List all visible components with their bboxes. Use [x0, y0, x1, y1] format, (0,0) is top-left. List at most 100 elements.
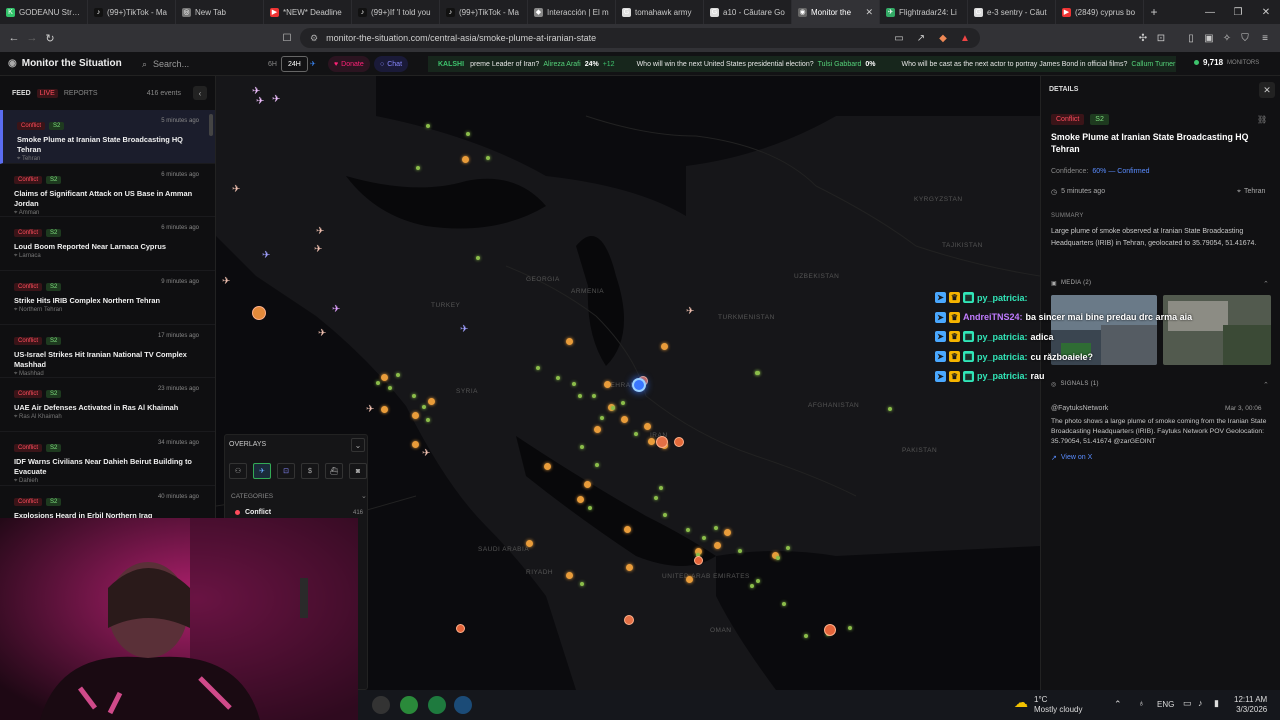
- map-event-marker[interactable]: [412, 394, 416, 398]
- map-event-marker[interactable]: [804, 634, 808, 638]
- chat-button[interactable]: ○ Chat: [374, 56, 409, 72]
- browser-tab[interactable]: Gtomahawk army: [616, 0, 704, 24]
- people-overlay-icon[interactable]: ⚇: [229, 463, 247, 479]
- ticker-item[interactable]: Who will win the next United States pres…: [637, 61, 880, 68]
- browser-tab[interactable]: ♪ (99+)TikTok - Ma: [88, 0, 176, 24]
- map-event-marker[interactable]: [750, 584, 754, 588]
- map-event-marker[interactable]: [466, 132, 470, 136]
- map-event-marker[interactable]: [462, 156, 469, 163]
- selected-event-marker[interactable]: [632, 378, 646, 392]
- clock-widget[interactable]: 12:11 AM 3/3/2026: [1234, 695, 1267, 715]
- sidebar-icon[interactable]: ▯: [1182, 28, 1200, 48]
- aircraft-icon[interactable]: ✈: [232, 184, 240, 195]
- map-event-marker[interactable]: [580, 445, 584, 449]
- cast-icon[interactable]: ▭: [890, 28, 908, 48]
- map-event-marker[interactable]: [888, 407, 892, 411]
- map-event-marker[interactable]: [626, 564, 633, 571]
- map-event-marker[interactable]: [714, 526, 718, 530]
- map-event-marker[interactable]: [600, 416, 604, 420]
- aircraft-icon[interactable]: ✈: [262, 250, 270, 261]
- feed-item[interactable]: Conflict S2 40 minutes ago Explosions Hea…: [0, 486, 215, 520]
- map-event-marker[interactable]: [659, 486, 663, 490]
- map-event-marker[interactable]: [381, 374, 388, 381]
- url-field[interactable]: ⚙ monitor-the-situation.com/central-asia…: [300, 28, 980, 48]
- app-icon[interactable]: [428, 696, 446, 714]
- weather-widget[interactable]: 1°C Mostly cloudy: [1034, 695, 1082, 715]
- map-event-marker[interactable]: [663, 513, 667, 517]
- range-6h-button[interactable]: 6H: [262, 56, 283, 72]
- map-event-marker[interactable]: [388, 386, 392, 390]
- map-event-marker[interactable]: [756, 579, 760, 583]
- ticker-item[interactable]: preme Leader of Iran? Alireza Arafi 24% +12: [470, 61, 615, 68]
- map-event-marker[interactable]: [786, 546, 790, 550]
- ships-overlay-icon[interactable]: ⛴: [325, 463, 343, 479]
- aircraft-icon[interactable]: ✈: [422, 448, 430, 459]
- map-event-marker[interactable]: [724, 529, 731, 536]
- map-event-marker[interactable]: [776, 556, 780, 560]
- feed-scrollbar[interactable]: [209, 114, 213, 136]
- aircraft-icon[interactable]: ✈: [314, 244, 322, 255]
- close-details-icon[interactable]: ✕: [1259, 82, 1275, 98]
- restore-icon[interactable]: ❐: [1224, 0, 1252, 24]
- map-event-marker[interactable]: [412, 441, 419, 448]
- language-indicator[interactable]: ENG: [1157, 700, 1174, 709]
- map-event-marker[interactable]: [577, 496, 584, 503]
- ai-icon[interactable]: ✧: [1218, 28, 1236, 48]
- map-cluster-marker[interactable]: [456, 624, 465, 633]
- collapse-feed-icon[interactable]: ‹: [193, 86, 207, 100]
- map-event-marker[interactable]: [580, 582, 584, 586]
- map-event-marker[interactable]: [422, 405, 426, 409]
- wallet-icon[interactable]: ▣: [1200, 28, 1218, 48]
- aircraft-icon[interactable]: ✈: [256, 96, 264, 107]
- browser-tab[interactable]: ▶ *NEW* Deadline: [264, 0, 352, 24]
- menu-icon[interactable]: ≡: [1256, 28, 1274, 48]
- tray-overflow-icon[interactable]: ⌃: [1114, 699, 1122, 710]
- map-event-marker[interactable]: [526, 540, 533, 547]
- map-event-marker[interactable]: [644, 423, 651, 430]
- browser-tab[interactable]: ▶ (2849) cyprus bo: [1056, 0, 1144, 24]
- signal-author[interactable]: @FaytuksNetwork: [1051, 405, 1108, 412]
- aircraft-icon[interactable]: ✈: [272, 94, 280, 105]
- steam-icon[interactable]: [454, 696, 472, 714]
- map-event-marker[interactable]: [476, 256, 480, 260]
- extensions-puzzle-icon[interactable]: ✣: [1134, 28, 1152, 48]
- map-event-marker[interactable]: [592, 394, 596, 398]
- reload-icon[interactable]: ↻: [40, 28, 60, 48]
- aircraft-icon[interactable]: ✈: [332, 304, 340, 315]
- feed-item[interactable]: Conflict S2 34 minutes ago IDF Warns Civi…: [0, 432, 215, 486]
- map-event-marker[interactable]: [782, 602, 786, 606]
- map-event-marker[interactable]: [755, 371, 759, 375]
- browser-tab[interactable]: ✈ Flightradar24: Li: [880, 0, 968, 24]
- extension-icon[interactable]: ◆: [934, 28, 952, 48]
- xbox-icon[interactable]: [400, 696, 418, 714]
- feed-item[interactable]: Conflict S2 23 minutes ago UAE Air Defens…: [0, 378, 215, 433]
- search-input[interactable]: ⌕ Search...: [136, 55, 254, 73]
- map-event-marker[interactable]: [654, 496, 658, 500]
- map-event-marker[interactable]: [588, 506, 592, 510]
- map-event-marker[interactable]: [572, 382, 576, 386]
- map-event-marker[interactable]: [416, 166, 420, 170]
- map-event-marker[interactable]: [702, 536, 706, 540]
- site-info-icon[interactable]: ⚙: [310, 33, 318, 44]
- browser-tab[interactable]: ♪ (99+)TikTok - Ma: [440, 0, 528, 24]
- media-section-header[interactable]: ▣ MEDIA (2): [1051, 280, 1091, 287]
- map-event-marker[interactable]: [634, 432, 638, 436]
- browser-tab[interactable]: Ge-3 sentry - Căut: [968, 0, 1056, 24]
- map-event-marker[interactable]: [611, 406, 615, 410]
- obs-icon[interactable]: [372, 696, 390, 714]
- flights-overlay-icon[interactable]: ✈: [253, 463, 271, 479]
- view-on-x-link[interactable]: ↗ View on X: [1051, 454, 1092, 462]
- ticker-item[interactable]: Who will be cast as the next actor to po…: [901, 61, 1176, 68]
- map-cluster-marker[interactable]: [656, 436, 668, 448]
- lock-overlay-icon[interactable]: ⊡: [277, 463, 295, 479]
- vpn-icon[interactable]: ▲: [956, 28, 974, 48]
- map-cluster-marker[interactable]: [824, 624, 836, 636]
- map-cluster-marker[interactable]: [624, 615, 634, 625]
- browser-tab[interactable]: ♪ (99+)If 'I told you: [352, 0, 440, 24]
- feed-item[interactable]: Conflict S2 17 minutes ago US-Israel Stri…: [0, 325, 215, 379]
- bookmark-icon[interactable]: ☐: [278, 28, 296, 48]
- map-event-marker[interactable]: [621, 401, 625, 405]
- back-icon[interactable]: ←: [4, 28, 24, 48]
- category-conflict[interactable]: Conflict 416: [235, 509, 363, 516]
- aircraft-icon[interactable]: ✈: [366, 404, 374, 415]
